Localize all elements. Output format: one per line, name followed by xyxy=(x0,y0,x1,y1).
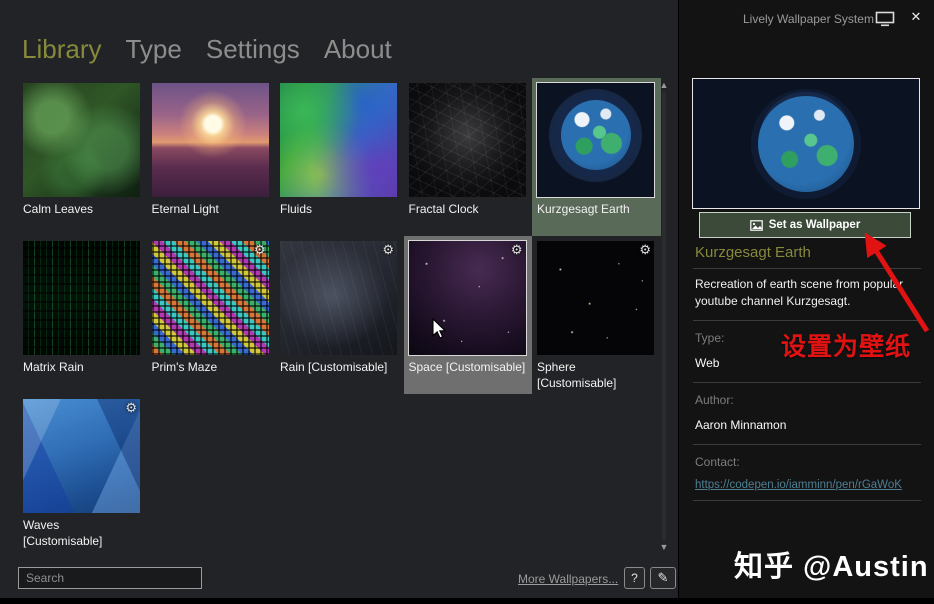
wallpaper-tile[interactable]: ⚙ Prim's Maze xyxy=(147,236,276,394)
wallpaper-title: Kurzgesagt Earth xyxy=(695,244,811,261)
wallpaper-tile[interactable]: Kurzgesagt Earth xyxy=(532,78,661,236)
wallpaper-info: Kurzgesagt Earth Recreation of earth sce… xyxy=(693,244,921,508)
wallpaper-tile[interactable]: ⚙ Waves [Customisable] xyxy=(18,394,147,552)
wallpaper-thumbnail[interactable] xyxy=(151,83,269,197)
author-label: Author: xyxy=(695,392,734,407)
wallpaper-thumbnail[interactable] xyxy=(23,241,140,355)
wallpaper-label: Space [Customisable] xyxy=(408,360,526,374)
wallpaper-thumbnail[interactable] xyxy=(280,83,397,197)
separator xyxy=(693,268,921,269)
gear-icon[interactable]: ⚙ xyxy=(382,243,394,256)
separator xyxy=(693,443,921,445)
annotation-text: 设置为壁纸 xyxy=(781,333,912,361)
wallpaper-grid: Calm Leaves Eternal Light Fluids Fractal Cl… xyxy=(18,78,662,552)
tab-settings[interactable]: Settings xyxy=(206,34,300,65)
library-pane: Library Type Settings About Calm Leaves Eter… xyxy=(0,0,678,598)
wallpaper-label: Fluids xyxy=(280,202,313,216)
gear-icon[interactable]: ⚙ xyxy=(254,243,266,256)
scrollbar[interactable]: ▲ ▼ xyxy=(656,80,672,552)
scroll-down-icon[interactable]: ▼ xyxy=(656,542,672,552)
edit-icon: ✎ xyxy=(657,570,669,585)
wallpaper-tile[interactable]: ⚙ Space [Customisable] xyxy=(403,236,532,394)
wallpaper-tile[interactable]: Matrix Rain xyxy=(18,236,147,394)
wallpaper-thumbnail[interactable]: ⚙ xyxy=(23,399,140,513)
set-as-wallpaper-label: Set as Wallpaper xyxy=(768,219,861,231)
author-value: Aaron Minnamon xyxy=(695,417,787,432)
wallpaper-description: Recreation of earth scene from popular y… xyxy=(695,277,904,308)
gear-icon[interactable]: ⚙ xyxy=(639,243,651,256)
wallpaper-tile[interactable]: Calm Leaves xyxy=(18,78,147,236)
wallpaper-thumbnail[interactable]: ⚙ xyxy=(407,240,527,356)
wallpaper-tile[interactable]: Eternal Light xyxy=(147,78,276,236)
tab-type[interactable]: Type xyxy=(125,34,181,65)
contact-label: Contact: xyxy=(695,454,740,469)
wallpaper-icon xyxy=(749,219,763,231)
tab-library[interactable]: Library xyxy=(22,34,101,65)
wallpaper-thumbnail[interactable]: ⚙ xyxy=(151,241,269,355)
separator xyxy=(693,499,921,501)
watermark: 知乎 @Austin xyxy=(734,551,929,583)
wallpaper-thumbnail[interactable]: ⚙ xyxy=(537,241,654,355)
gear-icon[interactable]: ⚙ xyxy=(511,243,523,256)
contact-link[interactable]: https://codepen.io/iamminn/pen/rGaWoK xyxy=(695,479,902,491)
app-window: Library Type Settings About Calm Leaves Eter… xyxy=(0,0,934,598)
wallpaper-tile[interactable]: Fluids xyxy=(275,78,404,236)
window-title: Lively Wallpaper System xyxy=(743,12,874,26)
edit-button[interactable]: ✎ xyxy=(650,567,676,589)
separator xyxy=(693,381,921,383)
separator xyxy=(693,319,921,321)
wallpaper-thumbnail[interactable] xyxy=(23,83,140,197)
wallpaper-label: Kurzgesagt Earth xyxy=(537,202,630,216)
scroll-up-icon[interactable]: ▲ xyxy=(656,80,672,90)
scrollbar-track[interactable] xyxy=(662,92,666,540)
detail-pane: Lively Wallpaper System ✕ Set as Wallpap… xyxy=(679,0,934,598)
wallpaper-tile[interactable]: ⚙ Rain [Customisable] xyxy=(275,236,404,394)
monitor-icon xyxy=(875,11,895,27)
help-button[interactable]: ? xyxy=(624,567,645,589)
wallpaper-thumbnail[interactable]: ⚙ xyxy=(280,241,397,355)
tab-about[interactable]: About xyxy=(324,34,392,65)
search-input[interactable] xyxy=(18,567,202,589)
close-icon[interactable]: ✕ xyxy=(908,9,924,25)
wallpaper-tile[interactable]: Fractal Clock xyxy=(404,78,533,236)
wallpaper-label: Fractal Clock xyxy=(408,202,479,216)
wallpaper-thumbnail[interactable] xyxy=(536,82,655,198)
wallpaper-tile[interactable]: ⚙ Sphere [Customisable] xyxy=(532,236,661,394)
nav-tabs: Library Type Settings About xyxy=(22,34,392,65)
wallpaper-label: Eternal Light xyxy=(151,202,219,216)
wallpaper-preview xyxy=(692,78,920,209)
wallpaper-label: Calm Leaves xyxy=(23,202,94,216)
wallpaper-thumbnail[interactable] xyxy=(408,83,526,197)
wallpaper-label: Waves [Customisable] xyxy=(23,518,103,548)
wallpaper-label: Prim's Maze xyxy=(151,360,218,374)
wallpaper-label: Sphere [Customisable] xyxy=(537,360,617,390)
set-as-wallpaper-button[interactable]: Set as Wallpaper xyxy=(699,212,911,238)
gear-icon[interactable]: ⚙ xyxy=(125,401,137,414)
wallpaper-label: Matrix Rain xyxy=(23,360,84,374)
wallpaper-label: Rain [Customisable] xyxy=(280,360,388,374)
more-wallpapers-link[interactable]: More Wallpapers... xyxy=(518,572,618,586)
